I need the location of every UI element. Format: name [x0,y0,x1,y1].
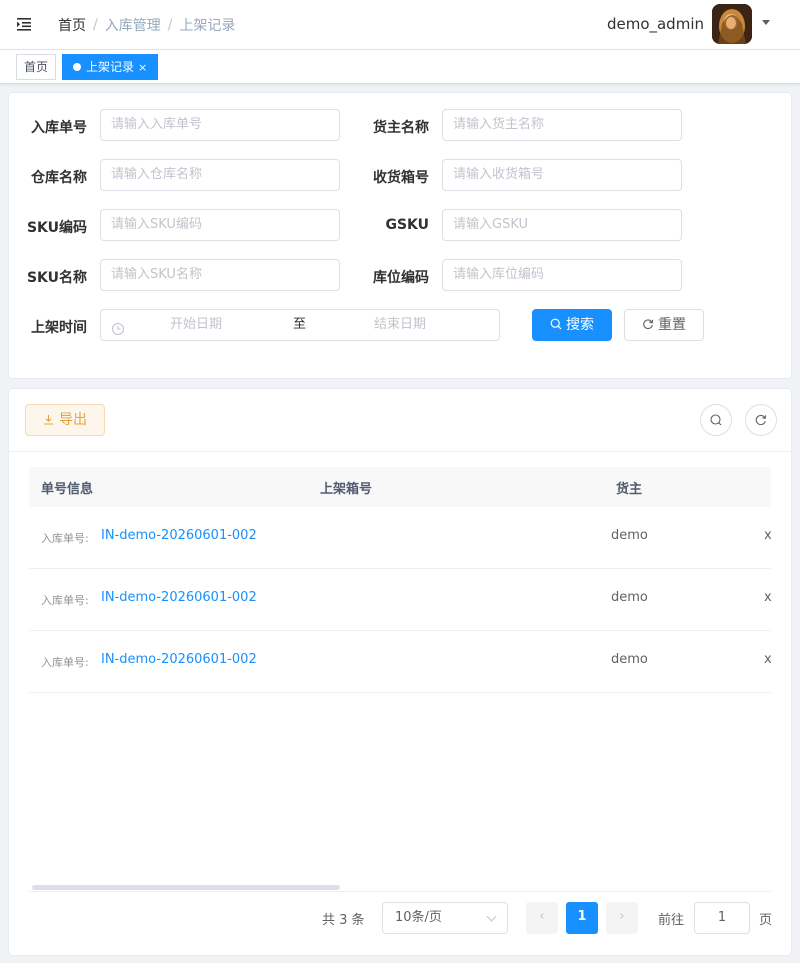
warehouse-name-input[interactable]: 请输入仓库名称 [100,159,340,191]
date-range-picker[interactable]: 开始日期 至 结束日期 [100,309,500,341]
order-no-link[interactable]: IN-demo-20260601-002 [101,652,257,667]
sku-code-input[interactable]: 请输入SKU编码 [100,209,340,241]
reset-button[interactable]: 重置 [624,309,704,341]
close-icon[interactable]: × [138,61,147,74]
owner-cell: demo [611,590,648,605]
order-no-link[interactable]: IN-demo-20260601-002 [101,590,257,605]
breadcrumb-inbound[interactable]: 入库管理 [105,15,161,35]
refresh-icon [642,311,654,341]
breadcrumb-current: 上架记录 [179,18,236,34]
date-separator: 至 [293,317,307,332]
label-inbound-no: 入库单号 [31,120,87,136]
table-row: 入库单号: IN-demo-20260601-002 demo x [29,569,772,631]
active-dot-icon [73,63,81,71]
username[interactable]: demo_admin [607,15,704,33]
breadcrumb-home[interactable]: 首页 [58,15,86,35]
label-warehouse-name: 仓库名称 [31,170,87,186]
column-order-info: 单号信息 [41,482,94,497]
label-gsku: GSKU [385,217,429,233]
page-number-current[interactable]: 1 [566,902,598,934]
export-button-label: 导出 [59,412,87,428]
next-page-button[interactable]: › [606,902,638,934]
horizontal-scrollbar[interactable] [32,885,340,890]
label-receive-box: 收货箱号 [373,170,429,186]
hamburger-icon[interactable] [16,16,32,32]
navbar: 首页 / 入库管理 / 上架记录 demo_admin [0,0,800,50]
chevron-down-icon [486,911,497,922]
breadcrumb-separator: / [167,17,173,33]
order-no-label: 入库单号: [41,594,89,607]
caret-down-icon[interactable] [762,20,770,25]
search-toggle-icon[interactable] [700,404,732,436]
gsku-input[interactable]: 请输入GSKU [442,209,682,241]
label-sku-name: SKU名称 [26,270,87,286]
start-date[interactable]: 开始日期 [170,310,222,340]
table-row: 入库单号: IN-demo-20260601-002 demo x [29,631,772,693]
tags-view: 首页 上架记录 × [0,50,800,84]
clock-icon [111,318,125,336]
goto-page-input[interactable]: 1 [694,902,750,934]
table-card: 导出 单号信息 上架箱号 货主 入库单号: IN-demo-20260601-0… [8,388,792,956]
refresh-icon[interactable] [745,404,777,436]
search-form: 入库单号 请输入入库单号 货主名称 请输入货主名称 仓库名称 请输入仓库名称 收… [8,92,792,379]
search-button-label: 搜索 [566,317,594,333]
tag-home[interactable]: 首页 [16,54,56,80]
owner-cell: demo [611,528,648,543]
end-date[interactable]: 结束日期 [374,310,426,340]
table-bottom-divider [29,891,771,892]
inbound-no-input[interactable]: 请输入入库单号 [100,109,340,141]
search-icon [550,311,562,341]
breadcrumb-separator: / [93,17,98,33]
breadcrumb: 首页 / 入库管理 / 上架记录 [58,15,235,35]
page-unit-label: 页 [759,913,773,928]
overflow-cell: x [764,590,772,605]
order-no-label: 入库单号: [41,532,89,545]
label-sku-code: SKU编码 [26,220,87,236]
page-size-value: 10条/页 [395,910,442,925]
table-header: 单号信息 上架箱号 货主 [29,467,771,507]
goto-label: 前往 [658,913,685,928]
overflow-cell: x [764,652,772,667]
prev-page-button[interactable]: ‹ [526,902,558,934]
owner-cell: demo [611,652,648,667]
avatar[interactable] [712,4,752,44]
tag-active[interactable]: 上架记录 × [62,54,158,80]
label-owner-name: 货主名称 [373,120,429,136]
export-button[interactable]: 导出 [25,404,105,436]
page-size-select[interactable]: 10条/页 [382,902,508,934]
sku-name-input[interactable]: 请输入SKU名称 [100,259,340,291]
column-putaway-box: 上架箱号 [320,482,373,497]
receive-box-input[interactable]: 请输入收货箱号 [442,159,682,191]
overflow-cell: x [764,528,772,543]
column-owner: 货主 [616,482,643,497]
label-putaway-time: 上架时间 [31,320,87,336]
tag-active-label: 上架记录 [86,60,135,74]
table-row: 入库单号: IN-demo-20260601-002 demo x [29,507,772,569]
label-location-code: 库位编码 [373,270,429,286]
location-code-input[interactable]: 请输入库位编码 [442,259,682,291]
order-no-link[interactable]: IN-demo-20260601-002 [101,528,257,543]
pagination-total: 共 3 条 [322,913,365,928]
toolbar-divider [9,451,791,452]
download-icon [43,406,54,436]
search-button[interactable]: 搜索 [532,309,612,341]
order-no-label: 入库单号: [41,656,89,669]
reset-button-label: 重置 [658,317,686,333]
owner-name-input[interactable]: 请输入货主名称 [442,109,682,141]
